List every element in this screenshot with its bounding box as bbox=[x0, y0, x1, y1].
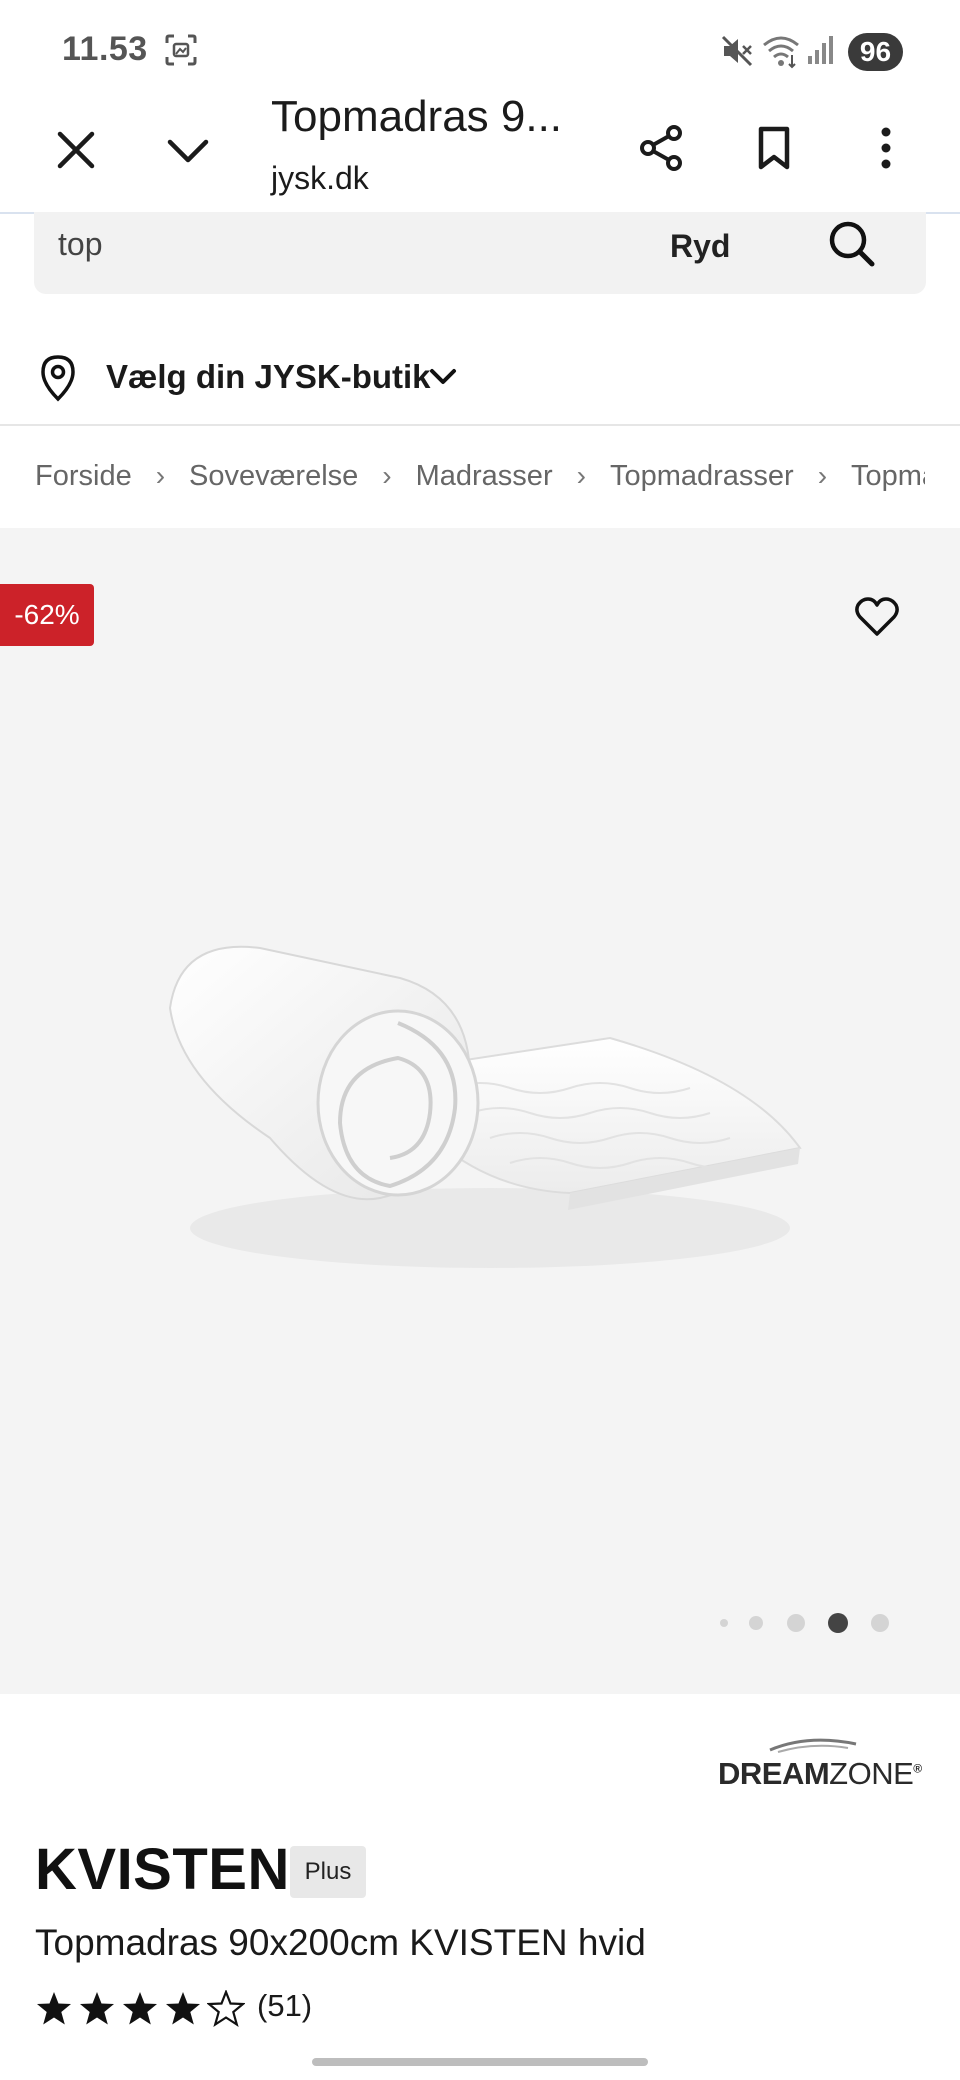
clear-search-button[interactable]: Ryd bbox=[670, 228, 730, 265]
rating-count[interactable]: (51) bbox=[257, 1988, 312, 2024]
star-outline-icon bbox=[207, 1990, 245, 2028]
product-description: Topmadras 90x200cm KVISTEN hvid bbox=[35, 1922, 646, 1963]
store-selector-label: Vælg din JYSK-butik bbox=[106, 358, 431, 395]
more-vert-icon[interactable] bbox=[862, 124, 910, 172]
divider bbox=[0, 424, 960, 426]
search-input[interactable] bbox=[58, 226, 558, 263]
product-gallery[interactable]: -62% bbox=[0, 528, 960, 1694]
star-filled-icon bbox=[80, 1992, 114, 2025]
product-name: KVISTEN bbox=[35, 1837, 290, 1902]
tier-badge: Plus bbox=[290, 1846, 366, 1898]
breadcrumb-item-sovevaerelse[interactable]: Soveværelse bbox=[189, 460, 358, 492]
share-icon[interactable] bbox=[638, 124, 686, 172]
home-indicator[interactable] bbox=[312, 2058, 648, 2066]
chevron-right-icon: › bbox=[576, 460, 586, 491]
status-bar: 11.53 96 bbox=[0, 0, 960, 100]
bookmark-icon[interactable] bbox=[750, 124, 798, 172]
chevron-right-icon: › bbox=[155, 460, 166, 491]
carousel-dot[interactable] bbox=[871, 1614, 889, 1632]
chevron-right-icon: › bbox=[817, 460, 828, 491]
search-bar: Ryd bbox=[34, 212, 926, 294]
carousel-dot-active[interactable] bbox=[828, 1613, 848, 1633]
breadcrumb-item-forside[interactable]: Forside bbox=[35, 460, 132, 492]
carousel-indicator[interactable] bbox=[716, 1608, 896, 1638]
star-filled-icon bbox=[37, 1992, 71, 2025]
status-time: 11.53 bbox=[62, 30, 148, 68]
store-selector[interactable]: Vælg din JYSK-butik bbox=[34, 346, 634, 410]
battery-indicator: 96 bbox=[848, 33, 903, 71]
carousel-dot[interactable] bbox=[720, 1619, 728, 1627]
chevron-down-icon[interactable] bbox=[164, 126, 212, 174]
carousel-dot[interactable] bbox=[749, 1616, 763, 1630]
breadcrumb-item-madrasser[interactable]: Madrasser bbox=[416, 460, 553, 492]
location-pin-icon bbox=[41, 355, 75, 402]
wifi-icon bbox=[763, 36, 799, 69]
brand-swoosh-icon bbox=[769, 1738, 857, 1753]
breadcrumb: Forside › Soveværelse › Madrasser › Topmadrass… bbox=[35, 460, 925, 506]
carousel-dot[interactable] bbox=[787, 1614, 805, 1632]
star-filled-icon bbox=[166, 1992, 200, 2025]
discount-badge: -62% bbox=[0, 584, 94, 646]
page-title: Topmadras 9... bbox=[271, 92, 563, 141]
screenshot-icon bbox=[165, 34, 197, 66]
page-domain: jysk.dk bbox=[271, 160, 369, 196]
chevron-down-icon bbox=[430, 369, 456, 384]
chevron-right-icon: › bbox=[382, 460, 392, 491]
search-icon[interactable] bbox=[826, 218, 878, 270]
heart-icon[interactable] bbox=[854, 596, 900, 638]
close-icon[interactable] bbox=[52, 126, 100, 174]
breadcrumb-item-current[interactable]: Topmadrasser bbox=[851, 460, 925, 492]
signal-icon bbox=[808, 36, 833, 64]
rating[interactable]: (51) bbox=[35, 1986, 335, 2036]
product-image bbox=[168, 945, 802, 1268]
mute-icon bbox=[721, 35, 753, 67]
breadcrumb-item-topmadrasser[interactable]: Topmadrasser bbox=[610, 460, 794, 492]
brand-logo: DREAMZONE® bbox=[718, 1738, 922, 1792]
star-filled-icon bbox=[123, 1992, 157, 2025]
